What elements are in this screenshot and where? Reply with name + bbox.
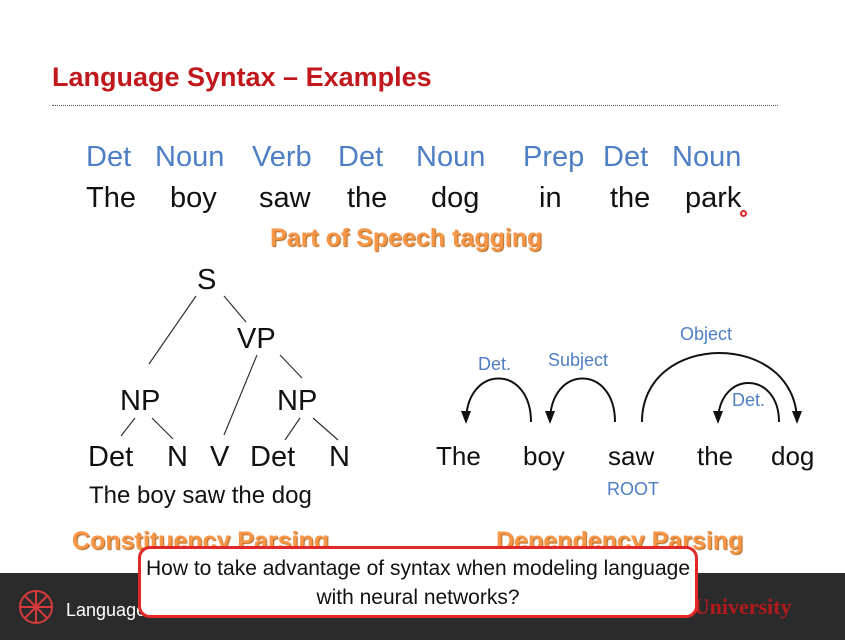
question-text: How to take advantage of syntax when mod… [145,557,691,609]
footer-logo-icon [19,590,53,624]
footer-left-text: Language [66,600,147,620]
